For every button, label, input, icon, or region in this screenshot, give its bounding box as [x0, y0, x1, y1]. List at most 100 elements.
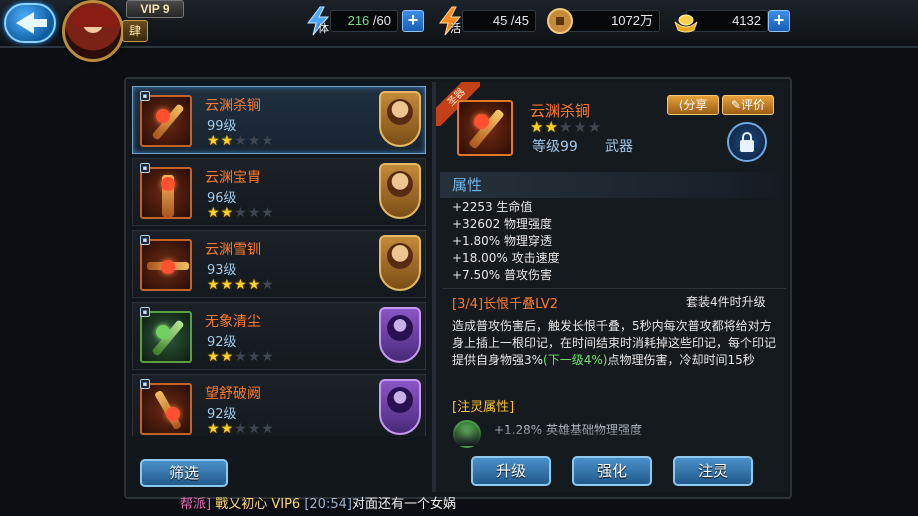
star-empty-icon: ★: [573, 118, 588, 136]
star-filled-icon: ★: [530, 118, 545, 136]
star-filled-icon: ★: [220, 277, 235, 293]
review-button[interactable]: ✎评价: [722, 95, 774, 115]
spirit-attributes-title: [注灵属性]: [452, 400, 515, 415]
star-empty-icon: ★: [261, 421, 275, 437]
star-empty-icon: ★: [247, 205, 262, 221]
attributes-heading: 属性: [440, 172, 786, 198]
equipment-thumbnail: [140, 311, 192, 363]
equipment-name: 望舒破阙: [205, 386, 261, 402]
star-filled-icon: ★: [220, 421, 235, 437]
filter-button[interactable]: 筛选: [140, 459, 228, 487]
equipment-item[interactable]: ▪ 云渊雪钏 93级 ★★★★★: [132, 230, 426, 298]
equipment-name: 云渊雪钏: [205, 242, 261, 258]
equipment-level: 92级: [207, 407, 237, 422]
equipment-name: 无象清尘: [205, 314, 261, 330]
attribute-row: +32602 物理强度: [452, 217, 553, 231]
upgrade-button[interactable]: 升级: [471, 456, 551, 486]
detail-thumbnail: [457, 100, 513, 156]
coin-resource: 1072万: [547, 8, 660, 34]
detail-star-rating: ★★★★★: [530, 118, 602, 136]
star-filled-icon: ★: [220, 133, 235, 149]
energy-label: 活: [450, 22, 461, 35]
star-empty-icon: ★: [234, 349, 248, 365]
hero-portrait-icon[interactable]: [379, 379, 421, 435]
attribute-row: +18.00% 攻击速度: [452, 251, 560, 265]
add-stamina-button[interactable]: +: [402, 10, 424, 32]
hero-portrait-icon[interactable]: [379, 91, 421, 147]
star-empty-icon: ★: [234, 133, 248, 149]
equipment-thumbnail: [140, 239, 192, 291]
chat-message[interactable]: 帮派] 戰乂初心 VIP6 [20:54]对面还有一个女娲: [180, 494, 600, 516]
vip-badge: VIP 9: [126, 0, 184, 18]
gold-resource: 4132 +: [672, 8, 792, 34]
share-button[interactable]: ⟨分享: [667, 95, 719, 115]
hero-portrait-icon[interactable]: [379, 307, 421, 363]
equipment-name: 云渊宝胄: [205, 170, 261, 186]
star-rating: ★★★★★: [207, 133, 275, 149]
star-rating: ★★★★★: [207, 205, 275, 221]
lock-icon: ▪: [140, 235, 150, 245]
energy-resource: 活 45 /45: [436, 6, 540, 36]
stamina-resource: 体 216 /60 +: [304, 6, 424, 36]
star-rating: ★★★★★: [207, 349, 275, 365]
lock-icon: ▪: [140, 163, 150, 173]
equipment-item[interactable]: ▪ 无象清尘 92级 ★★★★★: [132, 302, 426, 370]
rank-badge: 肆: [122, 20, 148, 42]
star-empty-icon: ★: [587, 118, 603, 136]
equipment-thumbnail: [140, 167, 192, 219]
back-button[interactable]: [4, 3, 56, 43]
equipment-item[interactable]: ▪ 望舒破阙 92级 ★★★★★: [132, 374, 426, 442]
equipment-name: 云渊杀锏: [205, 98, 261, 114]
attribute-row: +1.80% 物理穿透: [452, 234, 552, 248]
chat-sender: 戰乂初心 VIP6: [215, 497, 301, 512]
edit-icon: ✎: [730, 98, 742, 112]
star-filled-icon: ★: [207, 133, 221, 149]
player-avatar[interactable]: [62, 0, 124, 62]
attribute-row: +2253 生命值: [452, 200, 533, 214]
attribute-row: +7.50% 普攻伤害: [452, 268, 552, 282]
hero-portrait-icon[interactable]: [379, 163, 421, 219]
equipment-item[interactable]: ▪ 云渊杀锏 99级 ★★★★★: [132, 86, 426, 154]
chat-text: 对面还有一个女娲: [351, 497, 456, 512]
equipment-level: 99级: [207, 119, 237, 134]
equipment-item[interactable]: ▪ 云渊宝胄 96级 ★★★★★: [132, 158, 426, 226]
stamina-label: 体: [318, 22, 329, 35]
star-empty-icon: ★: [247, 349, 262, 365]
star-empty-icon: ★: [234, 421, 248, 437]
chat-time: [20:54]: [304, 497, 352, 512]
star-filled-icon: ★: [207, 205, 221, 221]
energy-value: 45 /45: [462, 10, 536, 32]
equipment-level: 93级: [207, 263, 237, 278]
star-empty-icon: ★: [558, 118, 574, 136]
equipment-thumbnail: [140, 95, 192, 147]
star-empty-icon: ★: [261, 277, 275, 293]
add-gold-button[interactable]: +: [768, 10, 790, 32]
star-empty-icon: ★: [261, 133, 275, 149]
detail-level: 等级99: [532, 139, 578, 155]
star-rating: ★★★★★: [207, 277, 275, 293]
lock-icon: ▪: [140, 379, 150, 389]
set-bonus-description: 造成普攻伤害后，触发长恨千叠，5秒内每次普攻都将给对方身上插上一根印记，在时间结…: [452, 319, 777, 367]
equipment-thumbnail: [140, 383, 192, 435]
enhance-button[interactable]: 强化: [572, 456, 652, 486]
star-filled-icon: ★: [220, 205, 235, 221]
star-filled-icon: ★: [544, 118, 559, 136]
equipment-level: 96级: [207, 191, 237, 206]
star-empty-icon: ★: [247, 133, 262, 149]
star-filled-icon: ★: [247, 277, 262, 293]
chat-channel: 帮派]: [180, 497, 212, 512]
lock-icon: ▪: [140, 307, 150, 317]
star-empty-icon: ★: [261, 349, 275, 365]
lock-icon: ▪: [140, 91, 150, 101]
detail-type: 武器: [605, 139, 633, 155]
infuse-button[interactable]: 注灵: [673, 456, 753, 486]
star-filled-icon: ★: [220, 349, 235, 365]
star-filled-icon: ★: [234, 277, 248, 293]
lock-button[interactable]: [727, 122, 767, 162]
attribute-list: +2253 生命值 +32602 物理强度 +1.80% 物理穿透 +18.00…: [452, 199, 560, 284]
set-upgrade-note: 套装4件时升级: [686, 295, 766, 309]
hero-portrait-icon[interactable]: [379, 235, 421, 291]
stamina-value: 216 /60: [330, 10, 398, 32]
star-rating: ★★★★★: [207, 421, 275, 437]
star-empty-icon: ★: [234, 205, 248, 221]
